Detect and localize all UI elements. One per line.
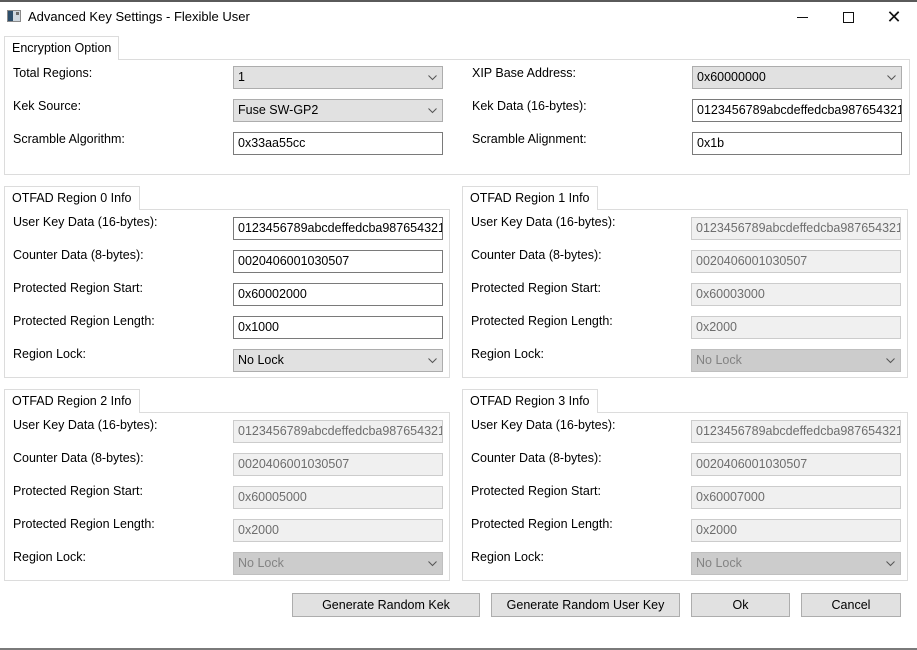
region-3-counter-data-label: Counter Data (8-bytes):	[471, 451, 602, 465]
region-3-user-key-data-input[interactable]: 0123456789abcdeffedcba9876543210	[691, 420, 901, 443]
otfad-region-3-title: OTFAD Region 3 Info	[462, 389, 598, 413]
region-0-protected-region-start-input[interactable]: 0x60002000	[233, 283, 443, 306]
xip-base-address-value: 0x60000000	[697, 70, 766, 84]
region-1-region-lock-value: No Lock	[696, 353, 742, 367]
region-3-protected-region-length-input[interactable]: 0x2000	[691, 519, 901, 542]
otfad-region-2-title: OTFAD Region 2 Info	[4, 389, 140, 413]
scramble-alignment-label: Scramble Alignment:	[472, 132, 587, 146]
region-2-counter-data-input[interactable]: 0020406001030507	[233, 453, 443, 476]
region-3-protected-region-start-input[interactable]: 0x60007000	[691, 486, 901, 509]
generate-random-kek-button[interactable]: Generate Random Kek	[292, 593, 480, 617]
chevron-down-icon	[886, 559, 895, 568]
chevron-down-icon	[428, 559, 437, 568]
minimize-button[interactable]	[779, 2, 825, 32]
close-icon: ✕	[886, 7, 902, 27]
region-3-user-key-data-label: User Key Data (16-bytes):	[471, 418, 616, 432]
chevron-down-icon	[887, 73, 896, 82]
kek-source-label: Kek Source:	[13, 99, 82, 113]
region-3-region-lock-label: Region Lock:	[471, 550, 544, 564]
region-0-counter-data-label: Counter Data (8-bytes):	[13, 248, 144, 262]
total-regions-label: Total Regions:	[13, 66, 93, 80]
region-0-protected-region-start-label: Protected Region Start:	[13, 281, 143, 295]
region-0-user-key-data-label: User Key Data (16-bytes):	[13, 215, 158, 229]
scramble-algorithm-label: Scramble Algorithm:	[13, 132, 125, 146]
cancel-button[interactable]: Cancel	[801, 593, 901, 617]
kek-data-label: Kek Data (16-bytes):	[472, 99, 587, 113]
region-0-region-lock-value: No Lock	[238, 353, 284, 367]
region-1-region-lock-select[interactable]: No Lock	[691, 349, 901, 372]
region-1-protected-region-start-label: Protected Region Start:	[471, 281, 601, 295]
region-1-user-key-data-label: User Key Data (16-bytes):	[471, 215, 616, 229]
region-3-protected-region-length-label: Protected Region Length:	[471, 517, 613, 531]
region-2-protected-region-start-label: Protected Region Start:	[13, 484, 143, 498]
encryption-option-title: Encryption Option	[4, 36, 120, 60]
region-2-user-key-data-label: User Key Data (16-bytes):	[13, 418, 158, 432]
chevron-down-icon	[428, 73, 437, 82]
region-2-protected-region-length-input[interactable]: 0x2000	[233, 519, 443, 542]
region-3-counter-data-input[interactable]: 0020406001030507	[691, 453, 901, 476]
xip-base-address-label: XIP Base Address:	[472, 66, 576, 80]
region-0-counter-data-input[interactable]: 0020406001030507	[233, 250, 443, 273]
chevron-down-icon	[428, 106, 437, 115]
title-bar: Advanced Key Settings - Flexible User ✕	[0, 2, 917, 32]
region-3-protected-region-start-label: Protected Region Start:	[471, 484, 601, 498]
close-button[interactable]: ✕	[871, 2, 917, 32]
maximize-button[interactable]	[825, 2, 871, 32]
scramble-alignment-input[interactable]: 0x1b	[692, 132, 902, 155]
region-2-user-key-data-input[interactable]: 0123456789abcdeffedcba9876543210	[233, 420, 443, 443]
minimize-icon	[796, 16, 808, 18]
region-2-region-lock-label: Region Lock:	[13, 550, 86, 564]
total-regions-value: 1	[238, 70, 245, 84]
kek-source-value: Fuse SW-GP2	[238, 103, 319, 117]
region-0-user-key-data-input[interactable]: 0123456789abcdeffedcba9876543210	[233, 217, 443, 240]
region-2-protected-region-length-label: Protected Region Length:	[13, 517, 155, 531]
otfad-region-1-title: OTFAD Region 1 Info	[462, 186, 598, 210]
region-1-counter-data-input[interactable]: 0020406001030507	[691, 250, 901, 273]
kek-data-input[interactable]: 0123456789abcdeffedcba9876543210	[692, 99, 902, 122]
total-regions-select[interactable]: 1	[233, 66, 443, 89]
region-2-region-lock-select[interactable]: No Lock	[233, 552, 443, 575]
chevron-down-icon	[886, 356, 895, 365]
otfad-region-0-title: OTFAD Region 0 Info	[4, 186, 140, 210]
maximize-icon	[842, 11, 854, 23]
region-1-user-key-data-input[interactable]: 0123456789abcdeffedcba9876543210	[691, 217, 901, 240]
region-3-region-lock-select[interactable]: No Lock	[691, 552, 901, 575]
region-0-protected-region-length-input[interactable]: 0x1000	[233, 316, 443, 339]
region-0-protected-region-length-label: Protected Region Length:	[13, 314, 155, 328]
region-1-protected-region-start-input[interactable]: 0x60003000	[691, 283, 901, 306]
region-2-counter-data-label: Counter Data (8-bytes):	[13, 451, 144, 465]
xip-base-address-select[interactable]: 0x60000000	[692, 66, 902, 89]
ok-button[interactable]: Ok	[691, 593, 790, 617]
chevron-down-icon	[428, 356, 437, 365]
region-1-region-lock-label: Region Lock:	[471, 347, 544, 361]
region-1-protected-region-length-input[interactable]: 0x2000	[691, 316, 901, 339]
kek-source-select[interactable]: Fuse SW-GP2	[233, 99, 443, 122]
app-window-icon	[7, 10, 21, 22]
window-title: Advanced Key Settings - Flexible User	[28, 9, 250, 24]
region-1-protected-region-length-label: Protected Region Length:	[471, 314, 613, 328]
region-3-region-lock-value: No Lock	[696, 556, 742, 570]
region-0-region-lock-select[interactable]: No Lock	[233, 349, 443, 372]
region-1-counter-data-label: Counter Data (8-bytes):	[471, 248, 602, 262]
scramble-algorithm-input[interactable]: 0x33aa55cc	[233, 132, 443, 155]
region-2-region-lock-value: No Lock	[238, 556, 284, 570]
generate-random-user-key-button[interactable]: Generate Random User Key	[491, 593, 680, 617]
region-2-protected-region-start-input[interactable]: 0x60005000	[233, 486, 443, 509]
region-0-region-lock-label: Region Lock:	[13, 347, 86, 361]
